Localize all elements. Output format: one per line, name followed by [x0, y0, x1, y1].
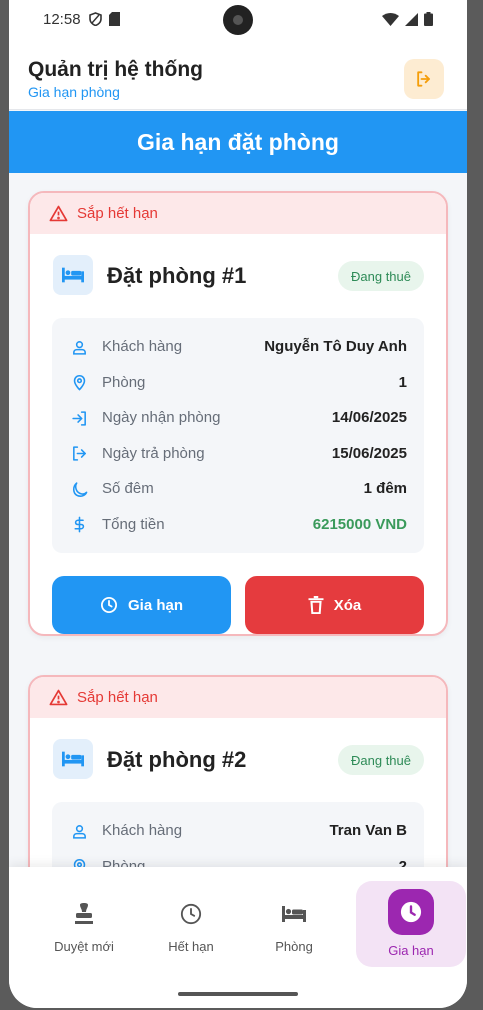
battery-icon — [424, 12, 433, 26]
clock-icon — [100, 596, 118, 614]
shield-icon — [89, 12, 102, 26]
night-icon — [72, 481, 87, 497]
bottom-navigation: Duyệt mới Hết hạn Phòng Gia hạn — [9, 867, 467, 1008]
dollar-icon — [73, 516, 84, 533]
detail-row-checkout: Ngày trả phòng 15/06/2025 — [52, 436, 424, 472]
detail-row-nights: Số đêm 1 đêm — [52, 471, 424, 507]
front-camera — [223, 5, 253, 35]
nav-item-extend[interactable]: Gia hạn — [356, 881, 466, 967]
sim-card-icon — [109, 12, 120, 26]
wifi-icon — [382, 12, 399, 26]
signal-icon — [405, 12, 418, 26]
trash-icon — [308, 596, 324, 614]
booking-title: Đặt phòng #1 — [107, 263, 247, 288]
detail-row-room: Phòng 1 — [52, 365, 424, 401]
detail-row-checkin: Ngày nhận phòng 14/06/2025 — [52, 400, 424, 436]
booking-card: Sắp hết hạn Đặt phòng #1 Đang thuê Khách… — [28, 191, 448, 636]
phone-screen: 12:58 Quản trị hệ thống Gia hạn phòng Gi… — [9, 0, 467, 1008]
status-bar: 12:58 — [9, 0, 467, 38]
detail-row-customer: Khách hàng Nguyễn Tô Duy Anh — [52, 329, 424, 365]
bed-icon — [282, 906, 306, 922]
bed-icon — [62, 751, 84, 767]
status-badge: Đang thuê — [338, 745, 424, 775]
logout-icon — [72, 446, 86, 461]
booking-title: Đặt phòng #2 — [107, 747, 247, 772]
login-icon — [71, 410, 86, 426]
status-badge: Đang thuê — [338, 261, 424, 291]
home-indicator[interactable] — [178, 992, 298, 996]
clock-icon — [180, 903, 202, 925]
location-pin-icon — [73, 374, 85, 391]
warning-icon — [49, 689, 68, 706]
nav-item-rooms[interactable]: Phòng — [240, 882, 348, 968]
detail-row-customer: Khách hàng Tran Van B — [52, 813, 424, 849]
page-subtitle: Gia hạn phòng — [28, 84, 120, 100]
bed-icon — [62, 267, 84, 283]
warning-icon — [49, 205, 68, 222]
logout-icon — [417, 71, 430, 87]
extend-button[interactable]: Gia hạn — [52, 576, 231, 634]
expiring-warning: Sắp hết hạn — [30, 677, 446, 718]
app-bar: Quản trị hệ thống Gia hạn phòng — [9, 38, 467, 110]
person-icon — [72, 824, 86, 839]
section-banner: Gia hạn đặt phòng — [9, 111, 467, 173]
person-icon — [72, 340, 86, 355]
clock-icon — [400, 901, 422, 923]
detail-row-total: Tổng tiền 6215000 VND — [52, 507, 424, 543]
page-title: Quản trị hệ thống — [28, 58, 203, 81]
nav-item-expired[interactable]: Hết hạn — [137, 882, 245, 968]
status-time: 12:58 — [43, 11, 81, 28]
delete-button[interactable]: Xóa — [245, 576, 424, 634]
nav-item-new-approvals[interactable]: Duyệt mới — [30, 882, 138, 968]
stamp-icon — [75, 903, 93, 924]
expiring-warning: Sắp hết hạn — [30, 193, 446, 234]
logout-button[interactable] — [404, 59, 444, 99]
booking-details: Khách hàng Nguyễn Tô Duy Anh Phòng 1 Ngà… — [52, 318, 424, 553]
